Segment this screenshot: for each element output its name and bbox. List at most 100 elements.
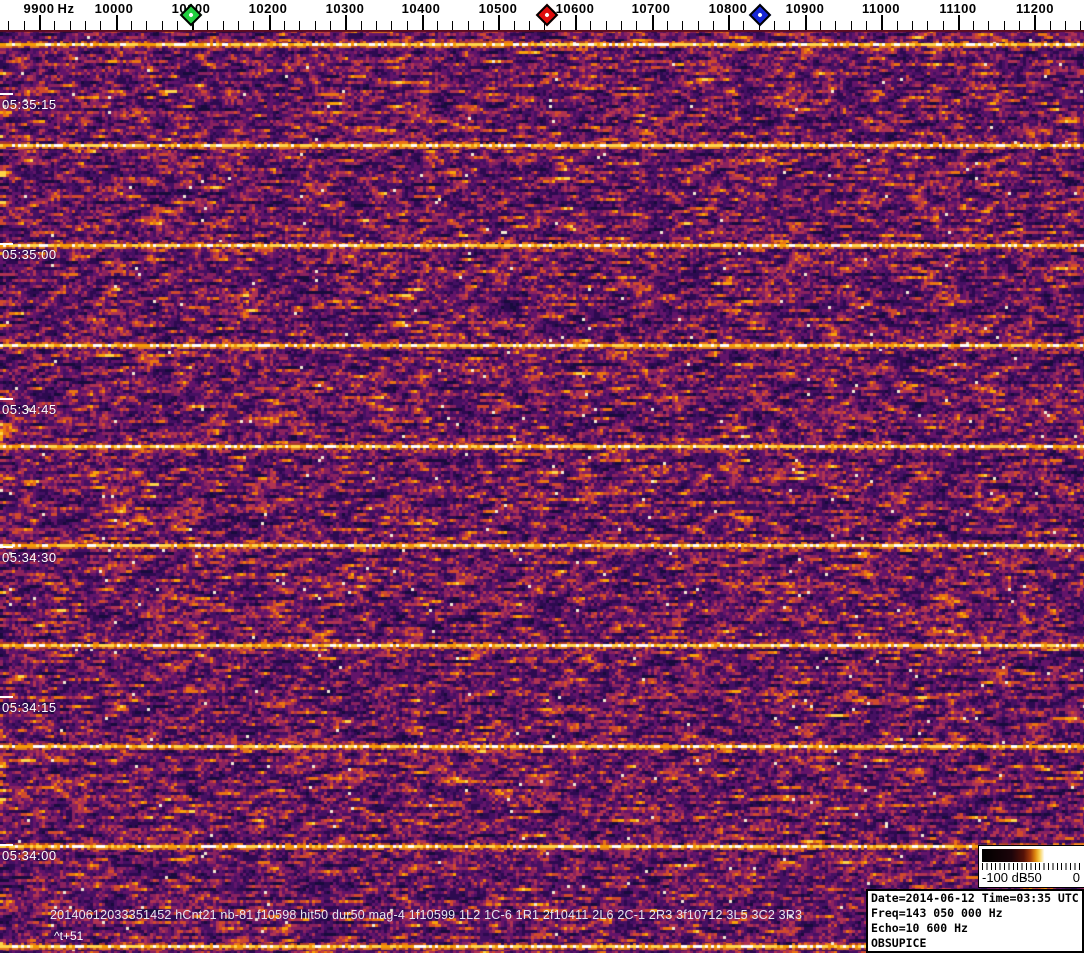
ruler-tick	[927, 21, 928, 30]
ruler-tick	[100, 21, 101, 30]
ruler-tick	[315, 21, 316, 30]
ruler-tick	[820, 21, 821, 30]
ruler-tick	[851, 21, 852, 30]
ruler-tick	[483, 21, 484, 30]
ruler-tick	[1065, 21, 1066, 30]
ruler-tick	[345, 15, 347, 30]
time-tick	[0, 398, 13, 400]
ruler-tick	[8, 21, 9, 30]
colorbar-label-min: -100 dB	[982, 870, 1028, 885]
ruler-tick	[376, 21, 377, 30]
ruler-tick	[330, 21, 331, 30]
ruler-tick	[238, 21, 239, 30]
ruler-freq-label: 10500	[479, 1, 518, 16]
ruler-tick	[682, 21, 683, 30]
info-line: OBSUPICE	[871, 936, 1079, 951]
ruler-freq-label: 11200	[1016, 1, 1054, 16]
ruler-tick	[667, 21, 668, 30]
time-tick	[0, 844, 13, 846]
colorbar-gradient	[982, 849, 1081, 862]
time-label: 05:35:15	[2, 97, 57, 112]
ruler-tick	[529, 21, 530, 30]
detection-annotation: 20140612033351452 hCnt21 nb-81 f10598 hi…	[50, 908, 802, 922]
ruler-tick	[299, 21, 300, 30]
ruler-tick	[652, 15, 654, 30]
ruler-freq-label: 10200	[249, 1, 288, 16]
ruler-tick	[514, 21, 515, 30]
intensity-colorbar: -100 dB -50 0	[978, 845, 1084, 888]
ruler-freq-label: 11000	[862, 1, 900, 16]
observation-info-box: Date=2014-06-12 Time=03:35 UTC Freq=143 0…	[866, 889, 1084, 953]
ruler-tick	[39, 15, 41, 30]
ruler-tick	[835, 21, 836, 30]
time-tick	[0, 546, 13, 548]
time-label: 05:35:00	[2, 247, 57, 262]
time-label: 05:34:00	[2, 848, 57, 863]
ruler-tick	[575, 15, 577, 30]
ruler-tick	[912, 21, 913, 30]
ruler-tick	[973, 21, 974, 30]
ruler-tick	[1019, 21, 1020, 30]
ruler-tick	[177, 21, 178, 30]
ruler-tick	[789, 21, 790, 30]
ruler-unit-label: Hz	[58, 1, 75, 16]
ruler-tick	[452, 21, 453, 30]
ruler-tick	[253, 21, 254, 30]
ruler-tick	[1080, 21, 1081, 30]
ruler-tick	[897, 21, 898, 30]
colorbar-label-mid: -50	[1023, 870, 1042, 885]
cursor-label: ^t+51	[54, 929, 83, 943]
ruler-tick	[636, 21, 637, 30]
ruler-freq-label: 10600	[556, 1, 595, 16]
ruler-tick	[805, 15, 807, 30]
info-line: Date=2014-06-12 Time=03:35 UTC	[871, 891, 1079, 906]
ruler-tick	[943, 21, 944, 30]
freq-marker-blue[interactable]	[749, 4, 772, 27]
ruler-tick	[774, 21, 775, 30]
ruler-tick	[85, 21, 86, 30]
ruler-tick	[361, 21, 362, 30]
ruler-tick	[407, 21, 408, 30]
ruler-tick	[498, 15, 500, 30]
time-tick	[0, 696, 13, 698]
ruler-freq-label: 11100	[939, 1, 976, 16]
ruler-tick	[131, 21, 132, 30]
spectrogram-app-window: 9900Hz1000010100102001030010400105001060…	[0, 0, 1084, 953]
ruler-tick	[866, 21, 867, 30]
ruler-tick	[698, 21, 699, 30]
marker-center-dot	[188, 12, 194, 18]
ruler-tick	[391, 21, 392, 30]
ruler-tick	[269, 15, 271, 30]
ruler-tick	[621, 21, 622, 30]
marker-center-dot	[544, 12, 550, 18]
ruler-freq-label: 9900	[24, 1, 55, 16]
ruler-freq-label: 10400	[402, 1, 441, 16]
spectrogram-canvas[interactable]	[0, 30, 1084, 953]
ruler-tick	[24, 21, 25, 30]
ruler-tick	[881, 15, 883, 30]
colorbar-label-max: 0	[1073, 870, 1080, 885]
ruler-tick	[207, 21, 208, 30]
ruler-tick	[590, 21, 591, 30]
ruler-tick	[958, 15, 960, 30]
ruler-tick	[223, 21, 224, 30]
ruler-tick	[116, 15, 118, 30]
ruler-tick	[468, 21, 469, 30]
ruler-tick	[560, 21, 561, 30]
ruler-freq-label: 10300	[326, 1, 365, 16]
frequency-ruler: 9900Hz1000010100102001030010400105001060…	[0, 0, 1084, 30]
ruler-tick	[422, 15, 424, 30]
ruler-tick	[162, 21, 163, 30]
colorbar-ticks	[982, 863, 1081, 870]
ruler-tick	[743, 21, 744, 30]
ruler-tick	[146, 21, 147, 30]
time-tick	[0, 243, 13, 245]
ruler-tick	[437, 21, 438, 30]
ruler-tick	[54, 21, 55, 30]
ruler-tick	[606, 21, 607, 30]
marker-center-dot	[757, 12, 763, 18]
time-label: 05:34:15	[2, 700, 57, 715]
ruler-tick	[713, 21, 714, 30]
ruler-tick	[70, 21, 71, 30]
ruler-tick	[284, 21, 285, 30]
